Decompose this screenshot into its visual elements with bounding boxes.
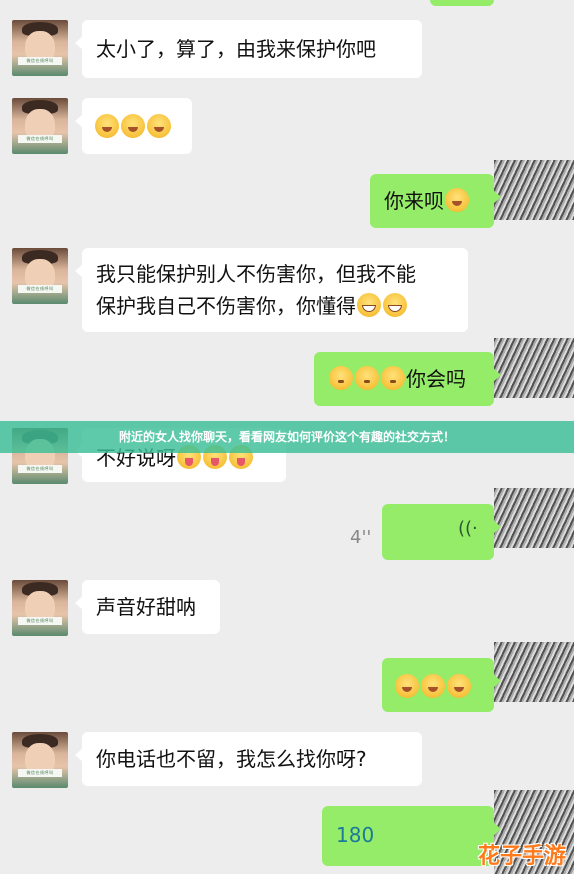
avatar-tag: 微信在线呼叫 [18,135,62,143]
avatar-tag: 微信在线呼叫 [18,57,62,65]
message-text: 你电话也不留，我怎么找你呀? [96,747,367,771]
message-text-line: 保护我自己不伤害你，你懂得 [96,294,356,318]
redacted-avatar [494,160,574,220]
avatar-tag: 微信在线呼叫 [18,769,62,777]
message-bubble-received[interactable]: 我只能保护别人不伤害你，但我不能 保护我自己不伤害你，你懂得 [75,248,468,332]
avatar[interactable]: 微信在线呼叫 [12,98,68,154]
grin-emoji-icon [357,293,381,317]
message-bubble-sent[interactable]: 你来呗 [370,174,501,228]
avatar[interactable]: 微信在线呼叫 [12,20,68,76]
redacted-avatar [494,338,574,398]
grin-emoji-icon [383,293,407,317]
blush-emoji-icon [445,188,469,212]
message-text: 180 [336,823,375,847]
message-text-line: 我只能保护别人不伤害你，但我不能 [96,262,416,286]
message-bubble-received[interactable]: 你电话也不留，我怎么找你呀? [75,732,422,786]
message-bubble-received[interactable]: 声音好甜呐 [75,580,220,634]
blush-emoji-icon [447,674,471,698]
blush-emoji-icon [95,114,119,138]
voice-wave-icon: ((· [458,518,478,539]
avatar[interactable]: 微信在线呼叫 [12,732,68,788]
blush-emoji-icon [421,674,445,698]
blush-emoji-icon [147,114,171,138]
voice-duration: 4'' [350,527,372,548]
message-text: 你来呗 [384,189,444,213]
message-bubble-sent[interactable]: 你会吗 [314,352,501,406]
promo-banner[interactable]: 附近的女人找你聊天，看看网友如何评价这个有趣的社交方式！ [0,421,574,453]
message-bubble-sent[interactable] [382,658,501,712]
shy-emoji-icon [329,366,353,390]
message-text: 你会吗 [406,367,466,391]
message-bubble-received[interactable] [75,98,192,154]
message-text: 声音好甜呐 [96,595,196,619]
shy-emoji-icon [355,366,379,390]
avatar-tag: 微信在线呼叫 [18,465,62,473]
avatar-tag: 微信在线呼叫 [18,285,62,293]
message-bubble-sent[interactable]: 180 [322,806,501,866]
redacted-avatar [494,488,574,548]
shy-emoji-icon [381,366,405,390]
avatar[interactable]: 微信在线呼叫 [12,248,68,304]
partial-top-bubble[interactable] [430,0,494,6]
blush-emoji-icon [395,674,419,698]
blush-emoji-icon [121,114,145,138]
message-bubble-received[interactable]: 太小了，算了，由我来保护你吧 [75,20,422,78]
avatar[interactable]: 微信在线呼叫 [12,580,68,636]
message-text: 太小了，算了，由我来保护你吧 [96,37,376,61]
redacted-avatar [494,642,574,702]
avatar-tag: 微信在线呼叫 [18,617,62,625]
watermark-logo: 花子手游 [477,844,566,869]
